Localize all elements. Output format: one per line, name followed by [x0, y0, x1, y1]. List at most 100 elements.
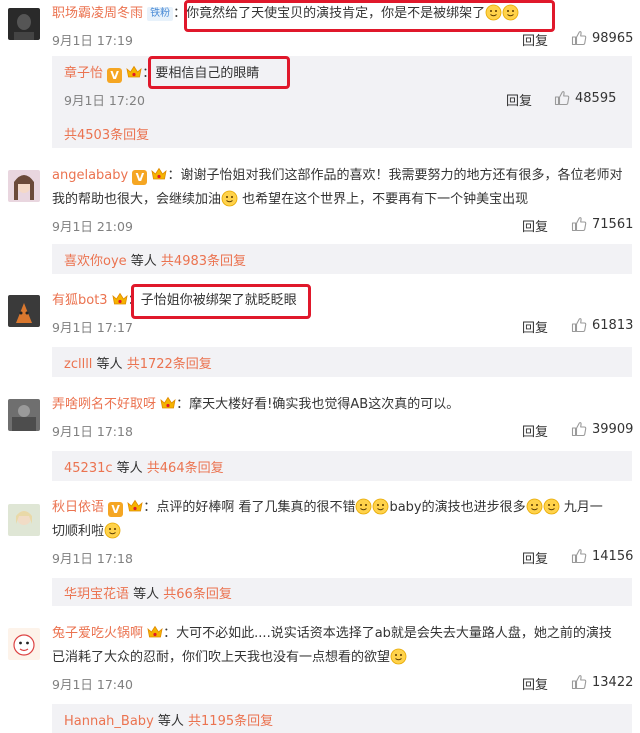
crown-icon [127, 499, 143, 514]
comment-text-line1c: 九月一 [563, 500, 603, 515]
reply-button[interactable]: 回复 [522, 216, 548, 235]
comment-text-line2a: 我的帮助也很大，会继续加油 [52, 192, 222, 207]
comment-body: 秋日依语 V ：点评的好棒啊 看了几集真的很不错 baby的演技也进步很多 九月一 [52, 498, 603, 517]
sub-reply-button[interactable]: 回复 [506, 90, 532, 109]
username[interactable]: 弄啥咧名不好取呀 [52, 397, 156, 412]
reply-button[interactable]: 回复 [522, 30, 548, 49]
sub-reply-text: 要相信自己的眼睛 [155, 66, 260, 81]
username[interactable]: 兔子爱吃火锅啊 [52, 626, 143, 641]
sub-reply-body: 章子怡 V ：要相信自己的眼睛 [64, 65, 260, 83]
username[interactable]: 有狐bot3 [52, 293, 108, 308]
like-button[interactable]: 13422 [571, 674, 633, 690]
emoji-icon [526, 498, 543, 515]
comment-item: 秋日依语 V ：点评的好棒啊 看了几集真的很不错 baby的演技也进步很多 九月一… [0, 494, 640, 606]
more-replies-link[interactable]: 45231c 等人 共464条回复 [64, 457, 224, 476]
like-count: 13422 [592, 674, 634, 690]
comment-text: 你竟然给了天使宝贝的演技肯定，你是不是被绑架了 [186, 6, 486, 21]
comment-item: 弄啥咧名不好取呀 ：摩天大楼好看!确实我也觉得AB这次真的可以。 9月1日 17… [0, 391, 640, 481]
comment-body: 弄啥咧名不好取呀 ：摩天大楼好看!确实我也觉得AB这次真的可以。 [52, 396, 460, 412]
comment-body: angelababy V ：谢谢子怡姐对我们这部作品的喜欢！我需要努力的地方还有… [52, 167, 623, 185]
reply-button[interactable]: 回复 [522, 421, 548, 440]
sub-reply-username[interactable]: 章子怡 [64, 66, 103, 81]
emoji-icon [390, 648, 407, 665]
comment-text-line1: 大可不必如此....说实话资本选择了ab就是会失去大量路人盘，她之前的演技 [176, 626, 612, 641]
sub-reply-time: 9月1日 17:20 [64, 93, 145, 108]
emoji-icon [485, 4, 502, 21]
like-count: 71561 [592, 216, 634, 232]
like-button[interactable]: 14156 [571, 548, 633, 564]
comment-time: 9月1日 17:18 [52, 551, 133, 566]
comment-time: 9月1日 17:19 [52, 33, 133, 48]
comment-body-cont: 我的帮助也很大，会继续加油 也希望在这个世界上，不要再有下一个钟美宝出现 [52, 188, 632, 212]
like-button[interactable]: 61813 [571, 317, 633, 333]
more-replies-link[interactable]: 喜欢你oye 等人 共4983条回复 [64, 250, 246, 269]
emoji-icon [372, 498, 389, 515]
like-button[interactable]: 71561 [571, 216, 633, 232]
avatar[interactable] [8, 8, 40, 40]
emoji-icon [221, 190, 238, 207]
comment-text: 子怡姐你被绑架了就眨眨眼 [140, 293, 297, 308]
comment-time: 9月1日 17:40 [52, 677, 133, 692]
comment-text-line1: 谢谢子怡姐对我们这部作品的喜欢！我需要努力的地方还有很多，各位老师对 [180, 168, 623, 183]
comment-time: 9月1日 17:18 [52, 424, 133, 439]
fan-badge: 铁粉 [147, 7, 174, 21]
emoji-icon [502, 4, 519, 21]
like-count: 14156 [592, 548, 634, 564]
username[interactable]: angelababy [52, 168, 128, 183]
comment-text-line2b: 也希望在这个世界上，不要再有下一个钟美宝出现 [242, 192, 529, 207]
comment-text: 摩天大楼好看!确实我也觉得AB这次真的可以。 [189, 397, 460, 412]
comment-item: angelababy V ：谢谢子怡姐对我们这部作品的喜欢！我需要努力的地方还有… [0, 160, 640, 275]
sub-like-count: 48595 [575, 90, 617, 106]
sub-like-button[interactable]: 48595 [554, 90, 616, 106]
avatar[interactable] [8, 399, 40, 431]
crown-icon [160, 396, 176, 411]
comment-item: 有狐bot3 ：子怡姐你被绑架了就眨眨眼 9月1日 17:17 回复 61813… [0, 287, 640, 377]
username[interactable]: 职场霸凌周冬雨 [52, 6, 143, 21]
more-replies-link[interactable]: 共4503条回复 [64, 124, 149, 143]
crown-icon [126, 65, 142, 80]
crown-icon [112, 292, 128, 307]
thumbs-up-icon [554, 90, 570, 106]
more-replies-link[interactable]: zcllll 等人 共1722条回复 [64, 353, 212, 372]
comment-body-cont: 已消耗了大众的忍耐，你们吹上天我也没有一点想看的欲望 [52, 646, 632, 670]
emoji-icon [104, 522, 121, 539]
comment-item: 兔子爱吃火锅啊 ：大可不必如此....说实话资本选择了ab就是会失去大量路人盘，… [0, 620, 640, 733]
avatar[interactable] [8, 628, 40, 660]
reply-button[interactable]: 回复 [522, 674, 548, 693]
comment-text-line1a: 点评的好棒啊 看了几集真的很不错 [156, 500, 356, 515]
verified-badge-icon: V [132, 170, 148, 185]
avatar[interactable] [8, 504, 40, 536]
avatar[interactable] [8, 295, 40, 327]
comment-body-cont: 切顺利啦 [52, 520, 632, 544]
thumbs-up-icon [571, 317, 587, 333]
verified-badge-icon: V [107, 68, 123, 83]
reply-button[interactable]: 回复 [522, 317, 548, 336]
like-count: 61813 [592, 317, 634, 333]
thumbs-up-icon [571, 216, 587, 232]
avatar[interactable] [8, 170, 40, 202]
comment-time: 9月1日 17:17 [52, 320, 133, 335]
like-count: 98965 [592, 30, 634, 46]
comment-text-line2: 切顺利啦 [52, 524, 105, 539]
crown-icon [147, 625, 163, 640]
thumbs-up-icon [571, 30, 587, 46]
thumbs-up-icon [571, 421, 587, 437]
like-count: 39909 [592, 421, 634, 437]
thumbs-up-icon [571, 548, 587, 564]
comment-text-line2: 已消耗了大众的忍耐，你们吹上天我也没有一点想看的欲望 [52, 650, 391, 665]
reply-button[interactable]: 回复 [522, 548, 548, 567]
comment-body: 职场霸凌周冬雨 铁粉 ：你竟然给了天使宝贝的演技肯定，你是不是被绑架了 [52, 2, 632, 26]
comment-text-line1b: baby的演技也进步很多 [389, 500, 526, 515]
comment-time: 9月1日 21:09 [52, 219, 133, 234]
emoji-icon [355, 498, 372, 515]
like-button[interactable]: 39909 [571, 421, 633, 437]
crown-icon [151, 167, 167, 182]
like-button[interactable]: 98965 [571, 30, 633, 46]
emoji-icon [543, 498, 560, 515]
verified-badge-icon: V [108, 502, 124, 517]
comment-body: 有狐bot3 ：子怡姐你被绑架了就眨眨眼 [52, 292, 297, 308]
username[interactable]: 秋日依语 [52, 500, 104, 515]
thumbs-up-icon [571, 674, 587, 690]
more-replies-link[interactable]: 华玥宝花语 等人 共66条回复 [64, 583, 232, 602]
more-replies-link[interactable]: Hannah_Baby 等人 共1195条回复 [64, 710, 273, 729]
